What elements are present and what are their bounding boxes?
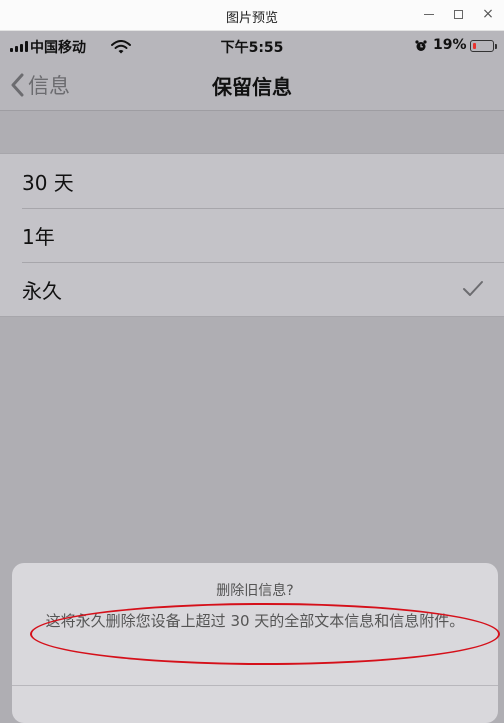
minimize-button[interactable] [417, 3, 441, 25]
option-1-year[interactable]: 1年 [0, 208, 504, 262]
maximize-button[interactable] [446, 3, 470, 25]
battery-level [473, 43, 476, 49]
option-label: 30 天 [22, 170, 74, 195]
sheet-message: 这将永久删除您设备上超过 30 天的全部文本信息和信息附件。 [45, 612, 465, 630]
option-forever[interactable]: 永久 [0, 262, 504, 316]
close-icon: × [482, 6, 494, 22]
checkmark-icon [463, 281, 483, 296]
battery-tip [495, 44, 497, 49]
retention-options-list: 30 天 1年 永久 [0, 153, 504, 317]
alarm-icon [415, 40, 427, 51]
window-title-bar: 图片预览 × [0, 0, 504, 31]
option-label: 1年 [22, 224, 55, 249]
delete-old-messages-sheet: 删除旧信息? 这将永久删除您设备上超过 30 天的全部文本信息和信息附件。 [12, 563, 498, 723]
status-bar: 中国移动 下午5:55 19% [0, 31, 504, 60]
maximize-icon [453, 9, 463, 19]
battery-icon [470, 40, 494, 52]
close-button[interactable]: × [476, 3, 500, 25]
page-title: 保留信息 [212, 75, 292, 99]
battery-percent: 19% [433, 37, 467, 53]
sheet-title: 删除旧信息? [216, 583, 294, 599]
minimize-icon [424, 13, 434, 15]
option-30-days[interactable]: 30 天 [0, 154, 504, 208]
option-label: 永久 [22, 278, 62, 303]
sheet-divider [12, 685, 498, 686]
navigation-bar: 信息 保留信息 [0, 60, 504, 111]
status-time: 下午5:55 [220, 40, 284, 56]
